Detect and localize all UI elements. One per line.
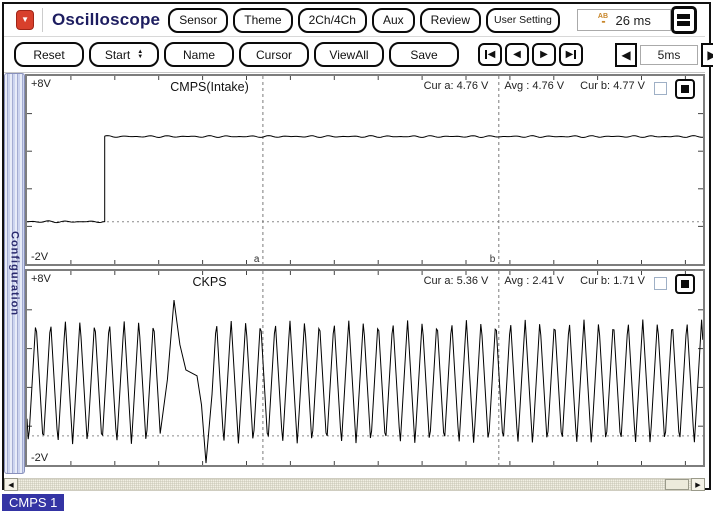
waveform-plot-cmps: ab — [27, 76, 703, 264]
oscilloscope-window: ▼ Oscilloscope Sensor Theme 2Ch/4Ch Aux … — [2, 2, 711, 490]
ab-time-icon: AB ▪▪ — [596, 14, 609, 26]
screen: ▼ Oscilloscope Sensor Theme 2Ch/4Ch Aux … — [0, 0, 713, 522]
horizontal-scrollbar: ◀ ▶ — [4, 478, 705, 491]
user-setting-button[interactable]: User Setting — [486, 8, 560, 33]
channel-mode-button[interactable]: 2Ch/4Ch — [298, 8, 367, 33]
channel-checkbox[interactable] — [654, 82, 667, 95]
scope-channel-2-panel: +8V -2V CKPS Cur a: 5.36 V Avg : 2.41 V … — [25, 269, 705, 467]
elapsed-time-value: 26 ms — [615, 13, 650, 28]
title-toolbar: ▼ Oscilloscope Sensor Theme 2Ch/4Ch Aux … — [4, 4, 705, 37]
channel-title: CKPS — [192, 275, 226, 289]
scrollbar-thumb[interactable] — [665, 479, 689, 490]
start-spinner-icon: ▲▼ — [137, 50, 143, 60]
y-min-label: -2V — [31, 452, 48, 464]
control-toolbar: Reset Start ▲▼ Name Cursor ViewAll Save … — [4, 37, 705, 73]
start-button[interactable]: Start ▲▼ — [89, 42, 159, 67]
solid-square-icon — [681, 280, 689, 288]
playback-group: ◀ ◀ ▶ ▶ — [478, 43, 583, 66]
status-tab-label: CMPS 1 — [9, 495, 57, 510]
configuration-tab-label: Configuration — [9, 231, 21, 316]
measurement-readouts: Cur a: 4.76 V Avg : 4.76 V Cur b: 4.77 V — [424, 80, 645, 92]
configuration-tab[interactable]: Configuration — [4, 73, 25, 474]
app-dropdown-button[interactable]: ▼ — [16, 10, 34, 30]
status-tab[interactable]: CMPS 1 — [2, 494, 64, 511]
cursor-button[interactable]: Cursor — [239, 42, 309, 67]
y-min-label: -2V — [31, 251, 48, 263]
waveform-plot-ckps — [27, 271, 703, 465]
step-back-button[interactable]: ◀ — [505, 43, 529, 66]
cursor-b-readout: Cur b: 1.71 V — [580, 275, 645, 287]
cursor-b-readout: Cur b: 4.77 V — [580, 80, 645, 92]
aux-button[interactable]: Aux — [372, 8, 415, 33]
divider — [42, 8, 43, 32]
measurement-readouts: Cur a: 5.36 V Avg : 2.41 V Cur b: 1.71 V — [424, 275, 645, 287]
y-max-label: +8V — [31, 78, 51, 90]
timebase-prev-button[interactable]: ◀ — [615, 43, 637, 67]
dropdown-arrow-icon: ▼ — [21, 16, 29, 24]
page-title: Oscilloscope — [52, 10, 160, 30]
avg-readout: Avg : 2.41 V — [504, 275, 564, 287]
name-button[interactable]: Name — [164, 42, 234, 67]
theme-button[interactable]: Theme — [233, 8, 292, 33]
scrollbar-track[interactable] — [18, 478, 691, 491]
reset-button[interactable]: Reset — [14, 42, 84, 67]
app-menu-icon[interactable] — [671, 6, 697, 34]
cursor-a-readout: Cur a: 4.76 V — [424, 80, 489, 92]
timebase-group: ◀ 5ms ▶ — [615, 43, 713, 67]
step-forward-button[interactable]: ▶ — [532, 43, 556, 66]
avg-readout: Avg : 4.76 V — [504, 80, 564, 92]
scroll-right-button[interactable]: ▶ — [691, 478, 705, 491]
solid-square-icon — [681, 85, 689, 93]
channel-display-button[interactable] — [675, 79, 695, 99]
channel-display-button[interactable] — [675, 274, 695, 294]
timebase-next-button[interactable]: ▶ — [701, 43, 713, 67]
jump-end-button[interactable]: ▶ — [559, 43, 583, 66]
save-button[interactable]: Save — [389, 42, 459, 67]
channel-title: CMPS(Intake) — [170, 80, 249, 94]
channel-checkbox[interactable] — [654, 277, 667, 290]
scope-channel-1-panel: ab +8V -2V CMPS(Intake) Cur a: 4.76 V Av… — [25, 74, 705, 266]
svg-text:b: b — [490, 254, 496, 264]
svg-text:a: a — [254, 254, 260, 264]
jump-start-button[interactable]: ◀ — [478, 43, 502, 66]
viewall-button[interactable]: ViewAll — [314, 42, 384, 67]
sensor-button[interactable]: Sensor — [168, 8, 228, 33]
timebase-value[interactable]: 5ms — [640, 45, 698, 65]
y-max-label: +8V — [31, 273, 51, 285]
cursor-a-readout: Cur a: 5.36 V — [424, 275, 489, 287]
review-button[interactable]: Review — [420, 8, 481, 33]
elapsed-time-display: AB ▪▪ 26 ms — [577, 9, 671, 31]
scroll-left-button[interactable]: ◀ — [4, 478, 18, 491]
